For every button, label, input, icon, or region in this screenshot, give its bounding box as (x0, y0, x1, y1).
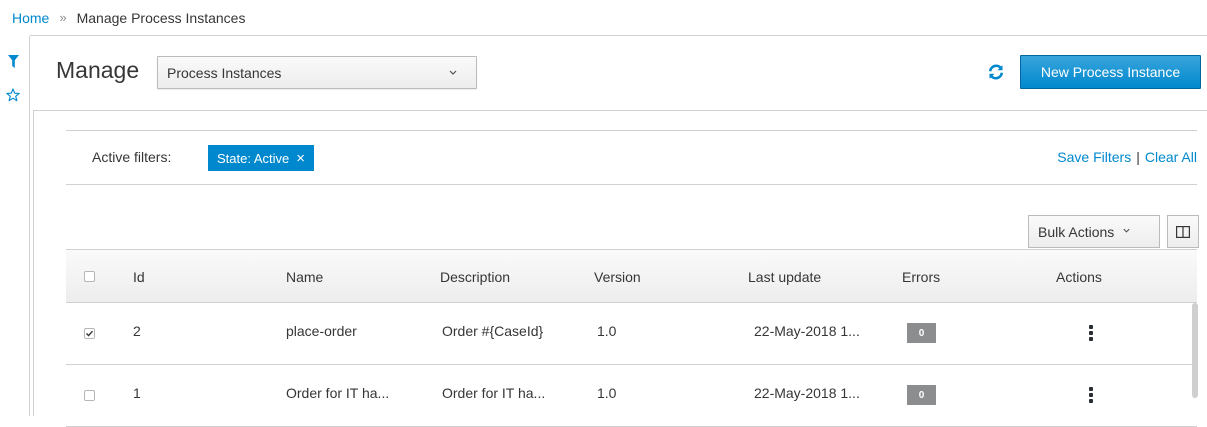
column-header-description[interactable]: Description (440, 269, 510, 285)
column-header-last-update[interactable]: Last update (748, 269, 821, 285)
row-checkbox[interactable] (84, 328, 95, 339)
errors-badge: 0 (907, 323, 936, 343)
new-process-instance-button[interactable]: New Process Instance (1020, 55, 1201, 89)
cell-description: Order #{CaseId} (442, 323, 544, 339)
bulk-actions-label: Bulk Actions (1038, 223, 1115, 240)
filter-links-divider: | (1136, 149, 1140, 165)
select-all-checkbox[interactable] (84, 271, 95, 282)
filter-chip-state: State: Active × (208, 145, 315, 171)
breadcrumb-home-link[interactable]: Home (12, 10, 49, 26)
breadcrumb-current: Manage Process Instances (76, 9, 246, 26)
table-header: Id Name Description Version Last update … (66, 249, 1197, 303)
cell-description: Order for IT ha... (442, 385, 546, 401)
cell-id: 1 (133, 385, 141, 401)
errors-badge: 0 (907, 385, 936, 405)
clear-all-link[interactable]: Clear All (1145, 149, 1197, 165)
table-row[interactable]: 2 place-order Order #{CaseId} 1.0 22-May… (66, 303, 1197, 365)
cell-name: place-order (286, 323, 357, 339)
active-filters-label: Active filters: (92, 149, 172, 165)
row-checkbox[interactable] (84, 390, 95, 401)
cell-last-update: 22-May-2018 1... (754, 385, 860, 401)
columns-icon[interactable] (1167, 215, 1199, 248)
chevron-down-icon (448, 66, 458, 80)
breadcrumb-divider (30, 35, 1207, 36)
column-header-errors[interactable]: Errors (902, 269, 940, 285)
save-filters-link[interactable]: Save Filters (1057, 149, 1131, 165)
column-header-version[interactable]: Version (594, 269, 641, 285)
cell-last-update: 22-May-2018 1... (754, 323, 860, 339)
side-rail (0, 36, 30, 416)
close-icon[interactable]: × (296, 151, 305, 166)
table-scrollbar[interactable] (1192, 303, 1198, 398)
refresh-icon[interactable] (983, 59, 1009, 85)
chevron-down-icon (1122, 226, 1131, 238)
bulk-actions-button[interactable]: Bulk Actions (1028, 215, 1160, 248)
cell-name: Order for IT ha... (286, 385, 390, 401)
kebab-menu-icon[interactable] (1086, 384, 1096, 406)
page-title: Manage (56, 57, 140, 83)
filter-icon[interactable] (6, 54, 20, 68)
column-header-name[interactable]: Name (286, 269, 323, 285)
filter-chip-label: State: Active (217, 150, 290, 166)
kebab-menu-icon[interactable] (1086, 322, 1096, 344)
breadcrumb: Home » Manage Process Instances (0, 0, 1207, 35)
star-outline-icon[interactable] (6, 88, 20, 102)
filters-divider-bottom (66, 184, 1197, 185)
table-row[interactable]: 1 Order for IT ha... Order for IT ha... … (66, 365, 1197, 427)
cell-version: 1.0 (597, 323, 617, 339)
column-header-actions: Actions (1056, 269, 1102, 285)
view-select[interactable]: Process Instances (157, 56, 477, 89)
column-header-id[interactable]: Id (133, 269, 145, 285)
process-instances-table: Id Name Description Version Last update … (66, 249, 1197, 427)
breadcrumb-separator: » (59, 10, 67, 25)
filter-links: Save Filters | Clear All (1057, 149, 1197, 165)
filters-divider-top (66, 130, 1197, 131)
cell-id: 2 (133, 323, 141, 339)
view-select-value: Process Instances (167, 64, 282, 81)
cell-version: 1.0 (597, 385, 617, 401)
